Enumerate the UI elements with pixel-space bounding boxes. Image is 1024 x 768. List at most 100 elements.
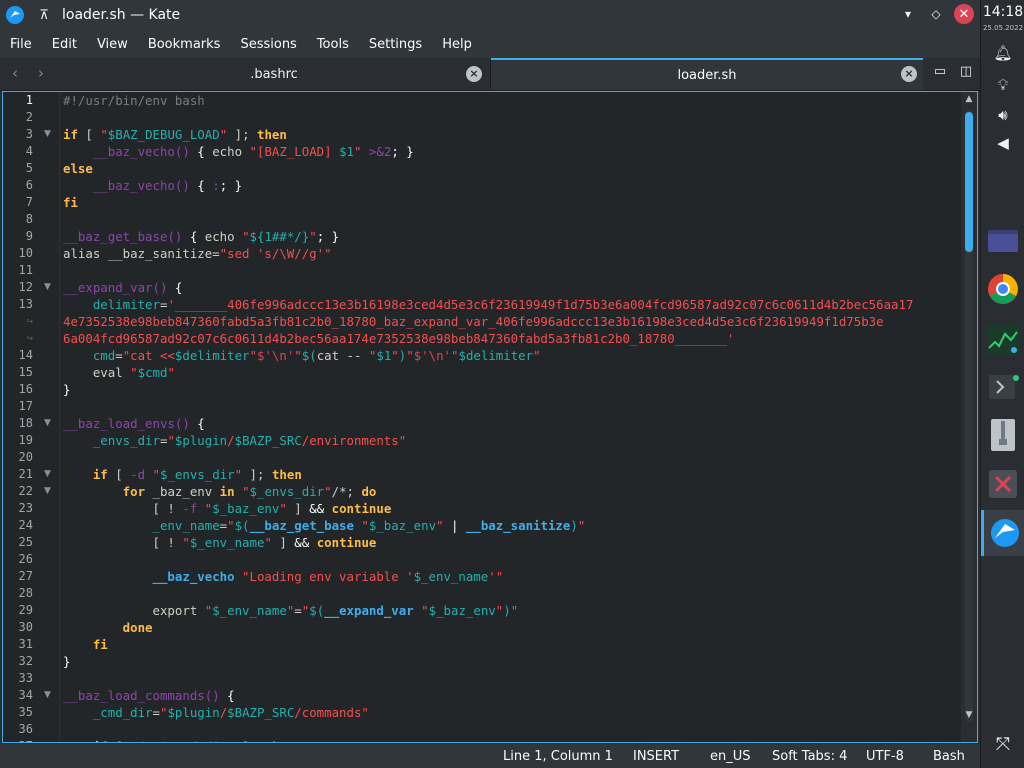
code-line[interactable]: __baz_get_base() { echo "${1##*/}"; } <box>63 228 339 245</box>
maximize-button[interactable]: ◇ <box>926 4 946 24</box>
line-number: 1 <box>25 93 33 107</box>
code-line[interactable]: cmd="cat <<$delimiter"$'\n'"$(cat -- "$1… <box>63 347 541 364</box>
menu-help[interactable]: Help <box>432 37 482 52</box>
code-line[interactable]: __baz_vecho() { :; } <box>63 177 242 194</box>
keep-above-icon[interactable]: ⊼ <box>36 8 52 23</box>
code-line[interactable]: alias __baz_sanitize="sed 's/\W//g'" <box>63 245 332 262</box>
dictionary[interactable]: en_US <box>710 749 751 764</box>
code-line[interactable]: if [ -d "$_cmd_dir" ]; then <box>63 738 294 742</box>
code-line[interactable]: delimiter='_______406fe996adccc13e3b1619… <box>63 296 914 313</box>
line-number: 30 <box>18 620 33 634</box>
scroll-down-icon[interactable]: ▼ <box>963 710 975 722</box>
input-mode[interactable]: INSERT <box>633 749 679 764</box>
code-line[interactable]: done <box>63 619 153 636</box>
code-line[interactable]: for _baz_env in "$_envs_dir"/*; do <box>63 483 377 500</box>
taskbar-kate[interactable] <box>981 510 1024 556</box>
code-line[interactable]: [ ! -f "$_baz_env" ] && continue <box>63 500 392 517</box>
tab-bashrc[interactable]: .bashrc × <box>58 60 491 88</box>
taskbar-archive[interactable] <box>981 412 1024 458</box>
volume-icon[interactable]: 🔊︎ <box>993 106 1013 126</box>
code-line[interactable]: fi <box>63 636 108 653</box>
code-area[interactable]: #!/usr/bin/env bash if [ "$BAZ_DEBUG_LOAD… <box>60 92 961 742</box>
taskbar-terminal[interactable] <box>981 364 1024 410</box>
menu-bookmarks[interactable]: Bookmarks <box>138 37 231 52</box>
code-line[interactable]: _env_name="$(__baz_get_base "$_baz_env" … <box>63 517 586 534</box>
back-arrow-icon[interactable]: ‹ <box>6 64 24 84</box>
code-line[interactable]: _envs_dir="$plugin/$BAZP_SRC/environment… <box>63 432 406 449</box>
code-line[interactable]: export "$_env_name"="$(__expand_var "$_b… <box>63 602 519 619</box>
tab-loader[interactable]: loader.sh × <box>491 58 923 90</box>
menu-tools[interactable]: Tools <box>307 37 359 52</box>
line-number: 36 <box>18 722 33 736</box>
line-number: 33 <box>18 671 33 685</box>
desktop-panel: 14:18 25.05.2022 🔔︎ 💡︎ 🔊︎ ◀ ⤧ <box>980 0 1024 768</box>
code-editor[interactable]: 1 2 3 ▼ 4 5 6 7 8 9 10 11 12 ▼ 13 ↪ ↪ 14 15 16 17 18 ▼ 19 20 21 ▼ 2… <box>2 91 978 743</box>
taskbar-chrome[interactable] <box>981 266 1024 312</box>
code-line[interactable]: eval "$cmd" <box>63 364 175 381</box>
code-line[interactable]: __baz_vecho "Loading env variable '$_env… <box>63 568 504 585</box>
line-number: 14 <box>18 348 33 362</box>
indentation-setting[interactable]: Soft Tabs: 4 <box>772 749 847 764</box>
vertical-scrollbar[interactable]: ▲ ▼ <box>961 92 977 742</box>
line-number: 20 <box>18 450 33 464</box>
lightbulb-icon[interactable]: 💡︎ <box>993 76 1013 96</box>
line-number: 11 <box>18 263 33 277</box>
minimize-button[interactable]: ▾ <box>898 4 918 24</box>
taskbar-app-x[interactable] <box>981 461 1024 507</box>
close-button[interactable]: ✕ <box>954 4 974 24</box>
menu-view[interactable]: View <box>87 37 138 52</box>
code-line[interactable]: _cmd_dir="$plugin/$BAZP_SRC/commands" <box>63 704 369 721</box>
syntax-mode[interactable]: Bash <box>933 749 965 764</box>
kate-icon <box>990 519 1019 547</box>
wrap-indicator: ↪ <box>26 316 33 327</box>
line-number: 21 <box>18 467 33 481</box>
clock-time[interactable]: 14:18 <box>981 4 1024 20</box>
code-line[interactable]: } <box>63 381 70 398</box>
line-number: 23 <box>18 501 33 515</box>
line-number: 4 <box>25 144 33 158</box>
new-tab-icon[interactable]: ▭ <box>932 64 948 80</box>
status-bar: Line 1, Column 1 INSERT en_US Soft Tabs:… <box>0 744 980 768</box>
menu-settings[interactable]: Settings <box>359 37 432 52</box>
menu-sessions[interactable]: Sessions <box>230 37 306 52</box>
code-line[interactable]: fi <box>63 194 78 211</box>
code-line[interactable]: __baz_load_envs() { <box>63 415 205 432</box>
line-number: 34 <box>18 688 33 702</box>
fold-toggle-icon[interactable]: ▼ <box>44 466 54 479</box>
fold-toggle-icon[interactable]: ▼ <box>44 415 54 428</box>
taskbar-system-monitor[interactable] <box>981 317 1024 363</box>
encoding[interactable]: UTF-8 <box>866 749 904 764</box>
code-line[interactable]: #!/usr/bin/env bash <box>63 92 205 109</box>
expand-tray-icon[interactable]: ◀ <box>993 134 1013 154</box>
clock-date: 25.05.2022 <box>982 24 1024 32</box>
code-line[interactable]: __expand_var() { <box>63 279 182 296</box>
fold-toggle-icon[interactable]: ▼ <box>44 687 54 700</box>
tab-close-icon[interactable]: × <box>901 66 917 82</box>
close-x-icon <box>989 470 1017 498</box>
menu-file[interactable]: File <box>0 37 42 52</box>
split-view-icon[interactable]: ◫ <box>958 64 974 80</box>
fold-toggle-icon[interactable]: ▼ <box>44 279 54 292</box>
code-line[interactable]: if [ "$BAZ_DEBUG_LOAD" ]; then <box>63 126 287 143</box>
fullscreen-icon[interactable]: ⤧ <box>993 734 1013 755</box>
tab-close-icon[interactable]: × <box>466 66 482 82</box>
code-line[interactable]: __baz_load_commands() { <box>63 687 235 704</box>
code-line[interactable]: __baz_vecho() { echo "[BAZ_LOAD] $1" >&2… <box>63 143 414 160</box>
forward-arrow-icon[interactable]: › <box>32 64 50 84</box>
code-line[interactable]: } <box>63 653 70 670</box>
code-line[interactable]: if [ -d "$_envs_dir" ]; then <box>63 466 302 483</box>
fold-toggle-icon[interactable]: ▼ <box>44 483 54 496</box>
code-line[interactable]: else <box>63 160 93 177</box>
notifications-bell-icon[interactable]: 🔔︎ <box>993 44 1013 64</box>
code-line[interactable]: 4e7352538e98beb847360fabd5a3fb81c2b0_187… <box>63 313 884 330</box>
scroll-thumb[interactable] <box>965 112 973 252</box>
cursor-position[interactable]: Line 1, Column 1 <box>503 749 613 764</box>
fold-toggle-icon[interactable]: ▼ <box>44 126 54 139</box>
menu-edit[interactable]: Edit <box>42 37 87 52</box>
kate-app-icon[interactable] <box>6 6 24 24</box>
code-line[interactable]: 6a004fcd96587ad92c07c6c0611d4b2bec56aa17… <box>63 330 734 347</box>
line-number: 7 <box>25 195 33 209</box>
taskbar-file-manager[interactable] <box>981 217 1024 263</box>
code-line[interactable]: [ ! "$_env_name" ] && continue <box>63 534 377 551</box>
scroll-up-icon[interactable]: ▲ <box>963 94 975 106</box>
